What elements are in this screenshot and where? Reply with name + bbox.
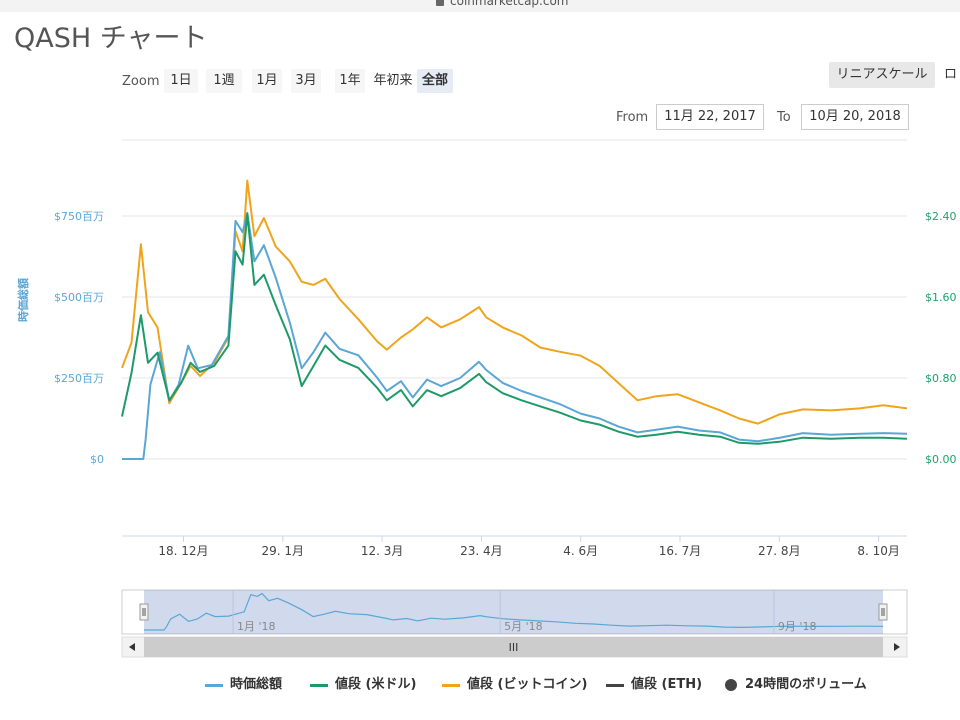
legend-label: 値段 (米ドル)	[335, 677, 417, 692]
navigator-label: 5月 '18	[504, 620, 543, 633]
x-axis-ticks: 18. 12月 29. 1月 12. 3月 23. 4月 4. 6月 16. 7月 27. …	[158, 536, 900, 558]
zoom-button-2[interactable]: 1月	[252, 69, 282, 93]
zoom-button-3[interactable]: 3月	[291, 69, 321, 93]
left-tick-label: $500百万	[54, 291, 104, 304]
url-text: coinmarketcap.com	[450, 0, 569, 8]
scrollbar-grip: III	[509, 641, 519, 654]
left-tick-label: $250百万	[54, 372, 104, 385]
x-tick-label: 12. 3月	[361, 544, 404, 558]
left-axis-title: 時価総額	[16, 278, 30, 322]
series-line-0	[122, 211, 908, 460]
navigator-frame	[121, 589, 908, 635]
right-tick-label: $2.40	[925, 210, 957, 223]
grid-lines	[122, 139, 907, 537]
x-tick-label: 16. 7月	[659, 544, 702, 558]
scrollbar-track[interactable]	[121, 636, 908, 658]
page-title: QASH チャート	[14, 23, 208, 54]
to-date-input[interactable]: 10月 20, 2018	[801, 104, 909, 130]
right-axis-ticks: $0.00 $0.80 $1.60 $2.40	[925, 210, 957, 466]
x-tick-label: 18. 12月	[158, 544, 208, 558]
x-tick-label: 8. 10月	[857, 544, 900, 558]
lock-icon	[436, 0, 444, 6]
left-tick-label: $750百万	[54, 210, 104, 223]
navigator-label: 9月 '18	[778, 620, 817, 633]
legend-label: 時価総額	[230, 677, 283, 692]
x-tick-label: 27. 8月	[758, 544, 801, 558]
legend-label: 24時間のボリューム	[745, 677, 867, 692]
browser-url-bar[interactable]: coinmarketcap.com	[0, 0, 960, 12]
zoom-button-5[interactable]: 年初来	[371, 69, 415, 93]
to-label: To	[777, 110, 791, 125]
series-layer	[121, 179, 908, 460]
zoom-button-1[interactable]: 1週	[206, 69, 242, 93]
left-axis-ticks: $0 $250百万 $500百万 $750百万	[54, 210, 104, 466]
right-tick-label: $0.80	[925, 372, 957, 385]
zoom-button-0[interactable]: 1日	[164, 69, 198, 93]
zoom-button-4[interactable]: 1年	[335, 69, 365, 93]
series-line-1	[121, 213, 908, 445]
from-date-input[interactable]: 11月 22, 2017	[656, 104, 764, 130]
navigator-handle-right[interactable]	[878, 603, 888, 621]
linear-scale-button[interactable]: リニアスケール	[829, 62, 935, 88]
right-tick-label: $1.60	[925, 291, 957, 304]
x-tick-label: 23. 4月	[460, 544, 503, 558]
navigator-handle-left[interactable]	[139, 603, 149, 621]
zoom-label: Zoom	[122, 74, 160, 89]
zoom-button-6[interactable]: 全部	[417, 69, 453, 93]
legend-dot-icon	[725, 679, 737, 691]
legend-swatch-icon	[310, 684, 328, 687]
x-tick-label: 29. 1月	[262, 544, 305, 558]
navigator-label: 1月 '18	[237, 620, 276, 633]
log-scale-button[interactable]: ロ	[944, 62, 960, 88]
legend-swatch-icon	[442, 684, 460, 687]
navigator[interactable]: 1月 '18 5月 '18 9月 '18 III	[121, 589, 908, 658]
x-tick-label: 4. 6月	[563, 544, 598, 558]
left-tick-label: $0	[90, 453, 104, 466]
legend-label: 値段 (ビットコイン)	[467, 677, 588, 692]
navigator-selection[interactable]	[144, 590, 883, 634]
scroll-left-arrow-icon[interactable]	[129, 643, 135, 651]
series-line-2	[121, 179, 908, 425]
legend-swatch-icon	[205, 684, 223, 687]
right-tick-label: $0.00	[925, 453, 957, 466]
legend-label: 値段 (ETH)	[631, 677, 703, 692]
legend-swatch-icon	[606, 684, 624, 687]
scrollbar-thumb[interactable]	[144, 637, 883, 657]
navigator-series	[144, 592, 884, 631]
scroll-right-arrow-icon[interactable]	[894, 643, 900, 651]
from-label: From	[616, 110, 649, 125]
